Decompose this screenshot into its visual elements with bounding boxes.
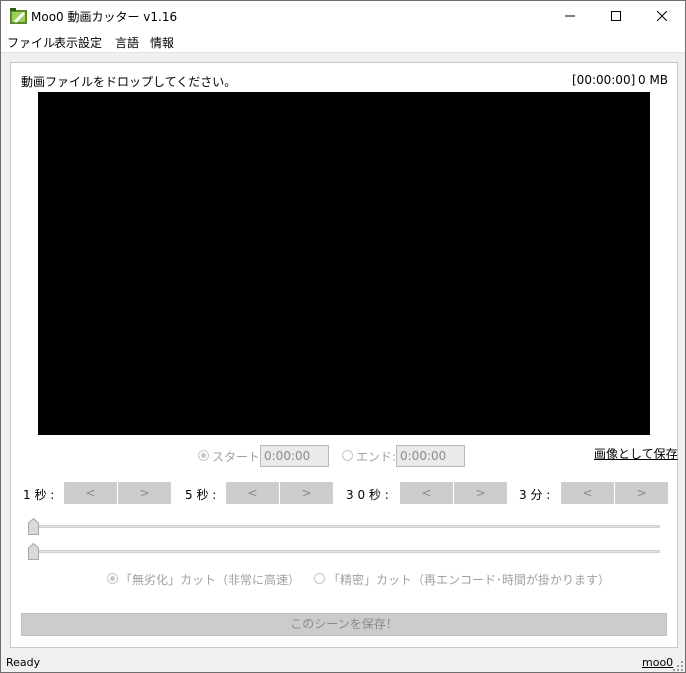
- end-time-field[interactable]: 0:00:00: [396, 445, 465, 467]
- minimize-button[interactable]: [547, 1, 593, 31]
- step-forward-1s-button[interactable]: >: [118, 482, 171, 504]
- video-preview[interactable]: [38, 92, 650, 435]
- step-label-30s: 3 0 秒 :: [346, 488, 389, 502]
- app-logo-icon: [10, 8, 27, 24]
- minimize-icon: [565, 15, 575, 17]
- precise-cut-label: 「精密」カット（再エンコード･時間が掛かります）: [328, 573, 611, 587]
- close-icon: [657, 11, 667, 21]
- step-forward-5s-button[interactable]: >: [280, 482, 333, 504]
- menu-display-settings[interactable]: 表示設定: [54, 34, 102, 51]
- step-forward-3m-button[interactable]: >: [615, 482, 668, 504]
- menu-file[interactable]: ファイル: [7, 34, 55, 51]
- maximize-icon: [611, 11, 621, 21]
- save-as-image-link[interactable]: 画像として保存: [594, 445, 678, 462]
- start-label: スタート:: [212, 450, 265, 464]
- menu-bar: ファイル 表示設定 言語 情報: [1, 31, 685, 53]
- step-label-3m: 3 分 :: [519, 488, 551, 502]
- maximize-button[interactable]: [593, 1, 639, 31]
- end-slider-track[interactable]: [32, 550, 660, 553]
- drop-hint: 動画ファイルをドロップしてください。: [21, 75, 237, 89]
- lossless-cut-label: 「無劣化」カット（非常に高速）: [120, 573, 301, 587]
- end-radio[interactable]: [342, 450, 353, 461]
- step-back-3m-button[interactable]: <: [561, 482, 614, 504]
- status-text: Ready: [6, 656, 41, 669]
- step-back-1s-button[interactable]: <: [64, 482, 117, 504]
- current-time: [00:00:00]: [572, 73, 636, 87]
- step-back-30s-button[interactable]: <: [400, 482, 453, 504]
- step-forward-30s-button[interactable]: >: [454, 482, 507, 504]
- resize-grip-icon[interactable]: [673, 661, 683, 671]
- app-window: Moo0 動画カッター v1.16 ファイル 表示設定 言語 情報 動画ファイル…: [0, 0, 686, 673]
- save-scene-button[interactable]: このシーンを保存！: [21, 613, 667, 636]
- end-slider-thumb[interactable]: [28, 543, 39, 560]
- menu-info[interactable]: 情報: [150, 34, 174, 51]
- start-radio[interactable]: [198, 450, 209, 461]
- precise-cut-radio[interactable]: [314, 573, 325, 584]
- window-title: Moo0 動画カッター v1.16: [31, 10, 178, 24]
- file-size: 0 MB: [638, 73, 669, 87]
- title-bar: Moo0 動画カッター v1.16: [1, 1, 685, 31]
- step-label-1s: 1 秒 :: [23, 488, 55, 502]
- moo0-link[interactable]: moo0: [642, 656, 673, 669]
- step-back-5s-button[interactable]: <: [226, 482, 279, 504]
- step-label-5s: 5 秒 :: [185, 488, 217, 502]
- status-bar: Ready moo0: [1, 653, 685, 672]
- menu-language[interactable]: 言語: [115, 34, 139, 51]
- end-label: エンド:: [356, 450, 397, 464]
- start-slider-thumb[interactable]: [28, 518, 39, 535]
- lossless-cut-radio[interactable]: [107, 573, 118, 584]
- close-button[interactable]: [639, 1, 685, 31]
- start-time-field[interactable]: 0:00:00: [260, 445, 329, 467]
- start-slider-track[interactable]: [32, 525, 660, 528]
